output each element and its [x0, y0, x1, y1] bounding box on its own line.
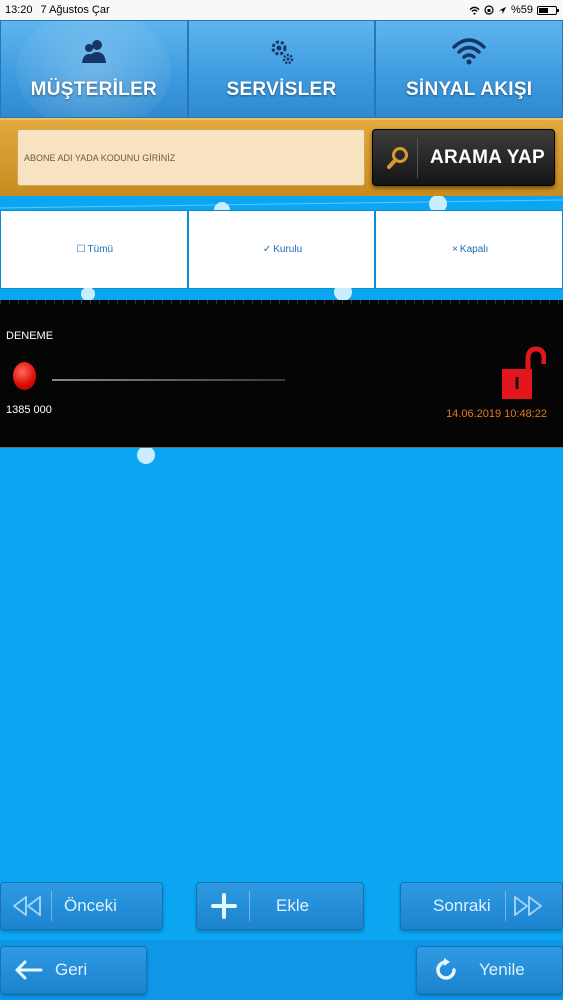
tab-customers-label: MÜŞTERİLER [30, 79, 158, 100]
battery-icon [537, 5, 559, 15]
previous-label: Önceki [64, 896, 117, 915]
previous-button[interactable]: Önceki [0, 882, 163, 930]
next-button[interactable]: Sonraki [400, 882, 563, 930]
add-divider [249, 891, 250, 921]
filter-installed-label: Kurulu [273, 244, 303, 255]
fast-forward-icon [513, 896, 542, 916]
refresh-button[interactable]: Yenile [416, 946, 563, 994]
gears-icon [271, 40, 293, 65]
wifi-status-icon [469, 6, 480, 15]
plus-icon [211, 893, 237, 919]
add-label: Ekle [276, 896, 310, 915]
tab-services-label: SERVİSLER [226, 79, 337, 100]
filter-all[interactable]: ☐ Tümü [0, 210, 188, 289]
refresh-icon [436, 958, 456, 980]
tab-customers[interactable]: MÜŞTERİLER [0, 20, 188, 118]
wifi-icon [452, 38, 486, 65]
record-top-ticks [0, 300, 563, 304]
network-dot-lower [137, 448, 155, 464]
record-timestamp: 14.06.2019 10:48:22 [446, 408, 547, 420]
battery-percent: %59 [510, 4, 533, 16]
arrow-left-icon [15, 960, 43, 980]
check-icon: ✓ [262, 244, 272, 255]
record-code: 1385 000 [6, 404, 52, 416]
close-icon: × [452, 244, 458, 255]
next-label: Sonraki [433, 896, 491, 915]
previous-divider [51, 891, 52, 921]
location-icon [498, 6, 507, 14]
status-dot-icon [13, 362, 36, 390]
search-icon [387, 146, 408, 169]
network-background [0, 196, 563, 210]
add-button[interactable]: Ekle [196, 882, 364, 930]
main-tabs: MÜŞTERİLER SERVİSLER SİNYAL AKIŞI [0, 20, 563, 118]
filter-closed[interactable]: × Kapalı [375, 210, 563, 289]
tab-signal-flow-label: SİNYAL AKIŞI [405, 79, 533, 100]
filter-installed[interactable]: ✓ Kurulu [187, 210, 376, 289]
tab-signal-flow[interactable]: SİNYAL AKIŞI [375, 20, 563, 118]
rotation-lock-icon [484, 5, 494, 15]
rewind-icon [13, 896, 41, 916]
tab-services[interactable]: SERVİSLER [187, 20, 376, 118]
search-bar: ARAMA YAP [0, 118, 563, 196]
status-time: 13:20 [5, 4, 33, 16]
filter-bar: ☐ Tümü ✓ Kurulu × Kapalı [0, 210, 563, 289]
status-date: 7 Ağustos Çar [40, 4, 110, 16]
back-label: Geri [55, 960, 88, 979]
list-item[interactable]: DENEME 1385 000 14.06.2019 10:48:22 [0, 300, 563, 448]
filter-all-label: Tümü [87, 244, 114, 255]
search-button-divider [417, 137, 418, 178]
refresh-label: Yenile [479, 960, 525, 979]
search-input[interactable] [17, 129, 365, 186]
search-button[interactable]: ARAMA YAP [372, 129, 555, 186]
search-button-label: ARAMA YAP [430, 146, 545, 168]
filter-closed-label: Kapalı [459, 244, 489, 255]
status-indicators: %59 [469, 4, 559, 16]
status-bar: 13:20 7 Ağustos Çar %59 [0, 0, 563, 20]
network-dots [81, 288, 352, 300]
signal-line [52, 379, 285, 381]
next-divider [504, 891, 506, 921]
unlocked-padlock-icon [502, 346, 546, 399]
checkbox-icon: ☐ [76, 244, 86, 255]
record-name: DENEME [6, 330, 54, 342]
back-button[interactable]: Geri [0, 946, 147, 994]
users-icon [81, 40, 106, 63]
